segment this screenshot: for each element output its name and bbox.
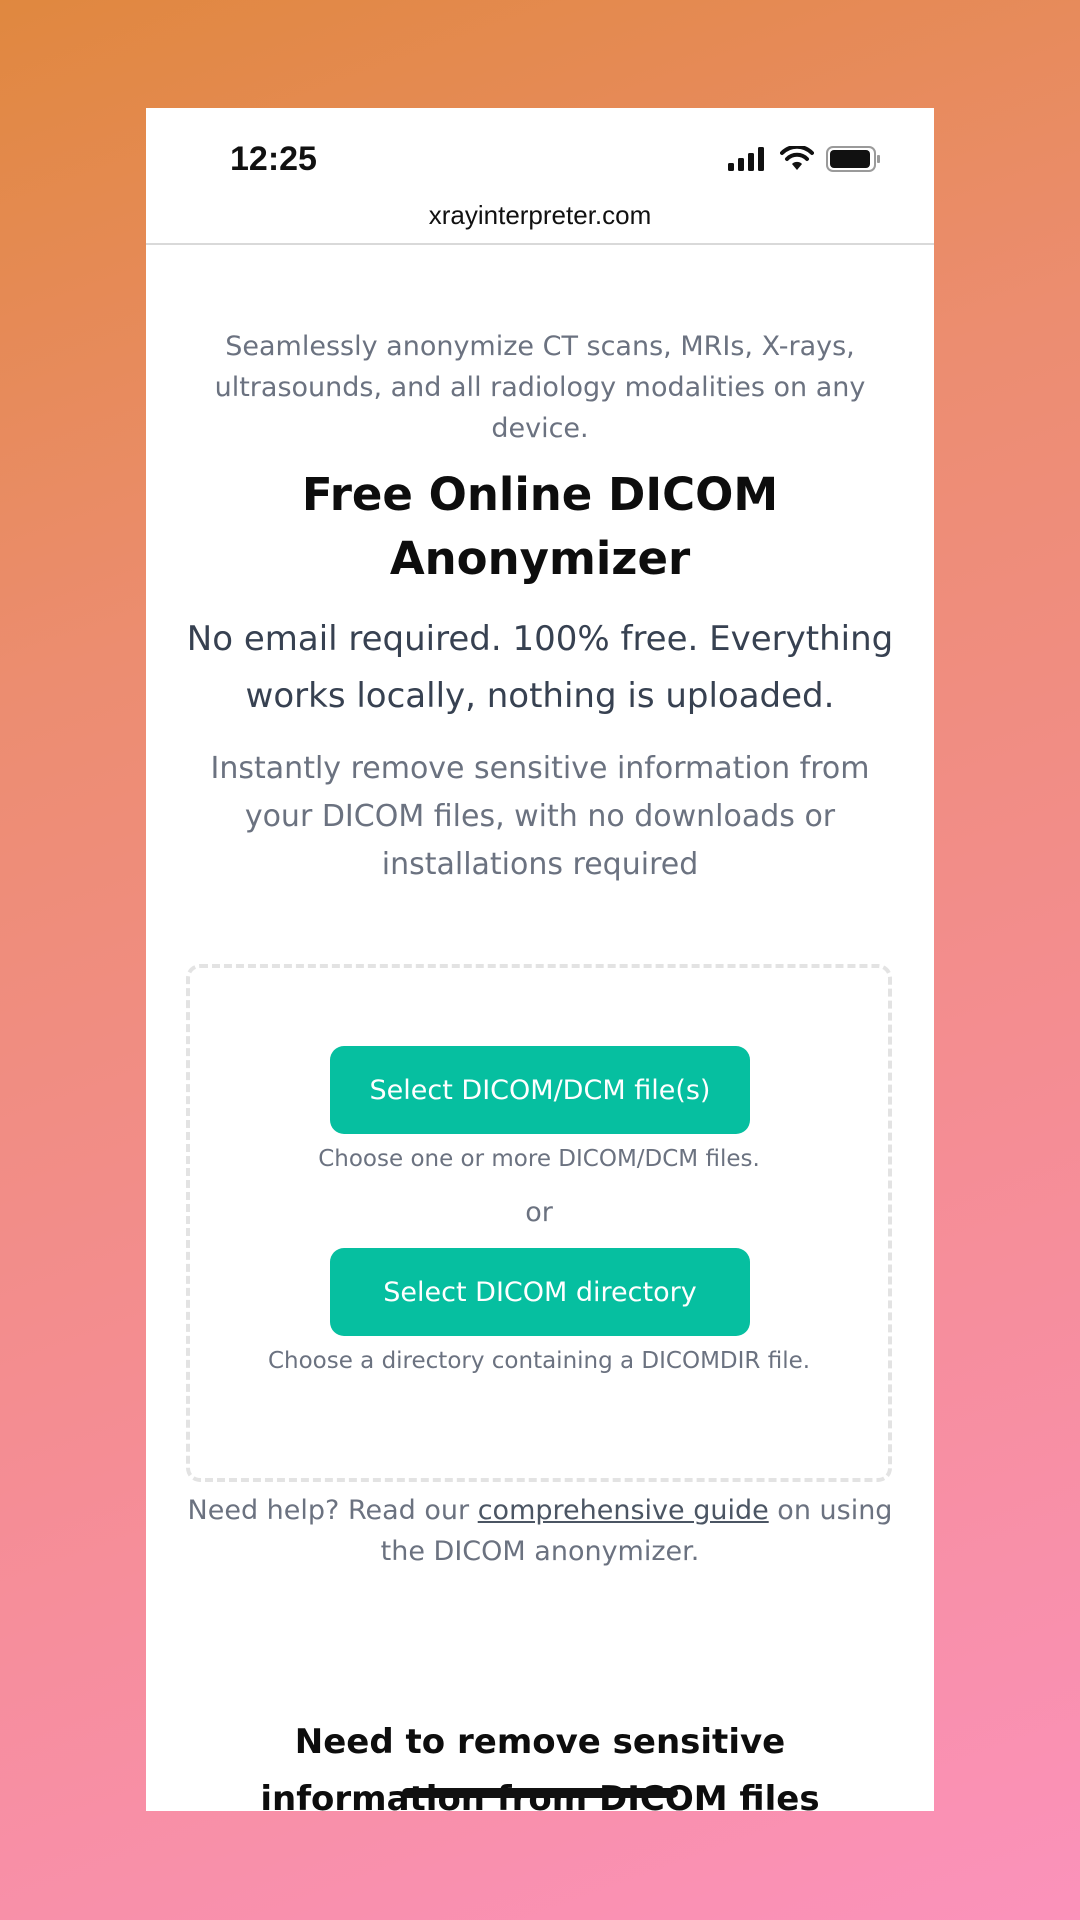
select-files-button[interactable]: Select DICOM/DCM file(s) (330, 1046, 750, 1134)
or-separator: or (525, 1197, 553, 1228)
help-text: Need help? Read our comprehensive guide … (176, 1490, 904, 1572)
select-directory-button[interactable]: Select DICOM directory (330, 1248, 750, 1336)
intro-text: Seamlessly anonymize CT scans, MRIs, X-r… (214, 331, 866, 444)
battery-icon (826, 146, 880, 172)
select-files-hint: Choose one or more DICOM/DCM files. (318, 1146, 760, 1172)
upload-dropzone[interactable]: Select DICOM/DCM file(s) Choose one or m… (186, 964, 892, 1482)
url-text: xrayinterpreter.com (428, 200, 652, 230)
signal-icon (728, 147, 764, 171)
page-description: Instantly remove sensitive information f… (210, 751, 870, 882)
page-subtitle: No email required. 100% free. Everything… (186, 619, 894, 716)
select-directory-hint: Choose a directory containing a DICOMDIR… (267, 1348, 811, 1374)
home-indicator[interactable] (402, 1788, 678, 1798)
status-icons (728, 146, 882, 172)
toolbar-divider (146, 243, 934, 245)
status-time: 12:25 (230, 140, 317, 178)
phone-screen: 12:25 xrayinterpreter.com Seamlessly ano… (146, 108, 934, 1811)
page-title: Free Online DICOM Anonymizer (301, 468, 779, 585)
wifi-icon (780, 146, 814, 170)
status-bar: 12:25 (146, 108, 934, 188)
guide-link[interactable]: comprehensive guide (478, 1495, 769, 1526)
url-bar[interactable]: xrayinterpreter.com (146, 200, 934, 246)
help-prefix: Need help? Read our (187, 1495, 478, 1526)
main-content: Seamlessly anonymize CT scans, MRIs, X-r… (146, 326, 934, 889)
